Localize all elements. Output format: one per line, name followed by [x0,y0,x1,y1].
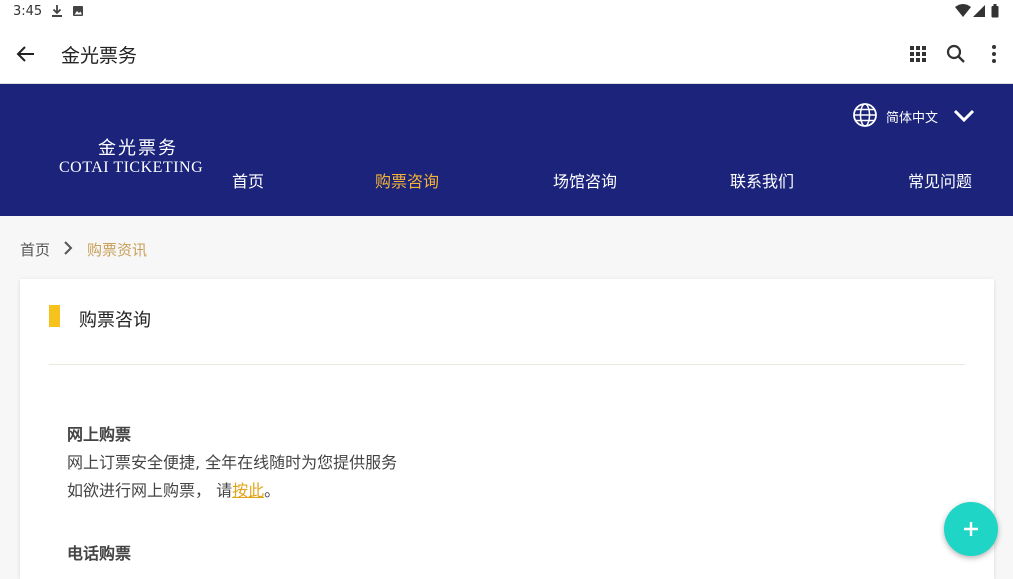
section-divider [49,364,965,365]
plus-icon [964,522,978,536]
apps-grid-icon[interactable] [906,42,930,66]
breadcrumb-home[interactable]: 首页 [20,239,50,260]
nav-home[interactable]: 首页 [232,168,264,192]
battery-icon [991,4,999,18]
search-icon[interactable] [944,42,968,66]
online-purchase-instruction: 如欲进行网上购票， 请按此。 [67,477,280,501]
app-bar: 金光票务 [0,24,1013,84]
section-title: 购票咨询 [79,310,151,331]
chevron-right-icon [64,241,73,255]
wifi-icon [955,4,971,17]
signal-icon [973,5,985,17]
phone-purchase-title: 电话购票 [67,544,132,563]
download-icon [52,5,62,17]
logo-chinese[interactable]: 金光票务 [98,134,178,160]
online-purchase-title: 网上购票 [67,425,132,444]
chevron-down-icon [953,109,975,123]
breadcrumb-current: 购票资讯 [87,241,148,259]
click-here-link[interactable]: 按此 [232,481,264,500]
online-purchase-desc: 网上订票安全便捷, 全年在线随时为您提供服务 [67,453,398,472]
logo-english[interactable]: COTAI TICKETING [59,159,203,177]
app-title: 金光票务 [61,45,138,67]
back-arrow-icon[interactable] [14,42,38,66]
status-bar: 3:45 [0,0,1013,24]
instruction-prefix: 如欲进行网上购票， 请 [67,481,233,500]
nav-faq[interactable]: 常见问题 [908,168,972,192]
nav-contact-us[interactable]: 联系我们 [730,168,794,192]
site-header: 金光票务 COTAI TICKETING 简体中文 首页 购票咨询 场馆咨询 联… [0,84,1013,216]
instruction-suffix: 。 [264,481,281,500]
nav-venue-inquiry[interactable]: 场馆咨询 [553,168,617,192]
status-time: 3:45 [13,4,43,19]
more-vert-icon[interactable] [982,42,1006,66]
nav-ticket-inquiry[interactable]: 购票咨询 [375,168,439,192]
image-icon [73,6,83,16]
globe-icon [853,103,877,127]
add-fab-button[interactable] [944,502,998,556]
content-card: 购票咨询 网上购票 网上订票安全便捷, 全年在线随时为您提供服务 如欲进行网上购… [20,279,994,579]
section-accent-bar [49,305,60,327]
language-label: 简体中文 [886,111,939,126]
